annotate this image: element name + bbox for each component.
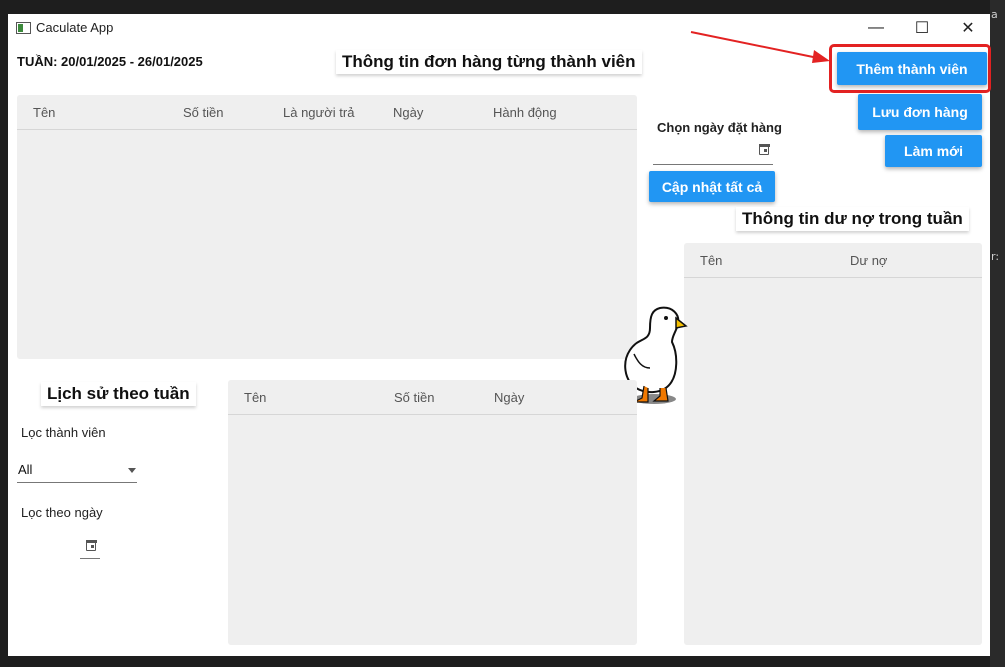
minimize-button[interactable]: — [853, 14, 899, 42]
annotation-arrow [690, 31, 830, 63]
filter-member-label: Lọc thành viên [21, 425, 106, 440]
orders-table: Tên Số tiền Là người trả Ngày Hành động [17, 95, 637, 359]
column-header-name: Tên [33, 105, 56, 120]
save-order-button[interactable]: Lưu đơn hàng [858, 94, 982, 130]
maximize-button[interactable]: ☐ [899, 14, 945, 42]
order-date-field[interactable] [653, 164, 773, 165]
backdrop-text: r: [991, 250, 1000, 263]
week-label: TUẦN: 20/01/2025 - 26/01/2025 [17, 54, 203, 69]
window-title: Caculate App [36, 20, 114, 35]
update-all-button[interactable]: Cập nhật tất cả [649, 171, 775, 202]
chevron-down-icon[interactable] [128, 468, 136, 473]
column-header-debt: Dư nợ [850, 253, 888, 268]
filter-date-field[interactable] [80, 558, 100, 559]
debt-table: Tên Dư nợ [684, 243, 982, 645]
calendar-icon[interactable] [758, 143, 770, 155]
app-icon [16, 22, 31, 34]
filter-member-dropdown-value[interactable]: All [18, 462, 32, 477]
column-header-name: Tên [244, 390, 267, 405]
orders-section-title: Thông tin đơn hàng từng thành viên [336, 50, 642, 74]
orders-table-header: Tên Số tiền Là người trả Ngày Hành động [17, 95, 637, 130]
title-bar: Caculate App — ☐ ✕ [8, 14, 990, 42]
history-section-title: Lịch sử theo tuần [41, 382, 196, 406]
add-member-button[interactable]: Thêm thành viên [837, 52, 987, 85]
backdrop-text: a [991, 8, 998, 21]
history-table: Tên Số tiền Ngày [228, 380, 637, 645]
column-header-date: Ngày [494, 390, 525, 405]
column-header-date: Ngày [393, 105, 424, 120]
column-header-name: Tên [700, 253, 723, 268]
column-header-action: Hành động [493, 105, 557, 120]
column-header-payer: Là người trả [283, 105, 355, 120]
background-desktop: a r: [990, 0, 1005, 667]
order-date-label: Chọn ngày đặt hàng [657, 120, 782, 135]
app-window: Caculate App — ☐ ✕ TUẦN: 20/01/2025 - 26… [8, 14, 991, 656]
column-header-amount: Số tiền [394, 390, 435, 405]
debt-table-header: Tên Dư nợ [684, 243, 982, 278]
close-button[interactable]: ✕ [945, 14, 991, 42]
column-header-amount: Số tiền [183, 105, 224, 120]
filter-member-dropdown[interactable] [17, 482, 137, 483]
calendar-icon[interactable] [85, 539, 97, 551]
debt-section-title: Thông tin dư nợ trong tuần [736, 207, 969, 231]
history-table-header: Tên Số tiền Ngày [228, 380, 637, 415]
filter-date-label: Lọc theo ngày [21, 505, 103, 520]
refresh-button[interactable]: Làm mới [885, 135, 982, 167]
